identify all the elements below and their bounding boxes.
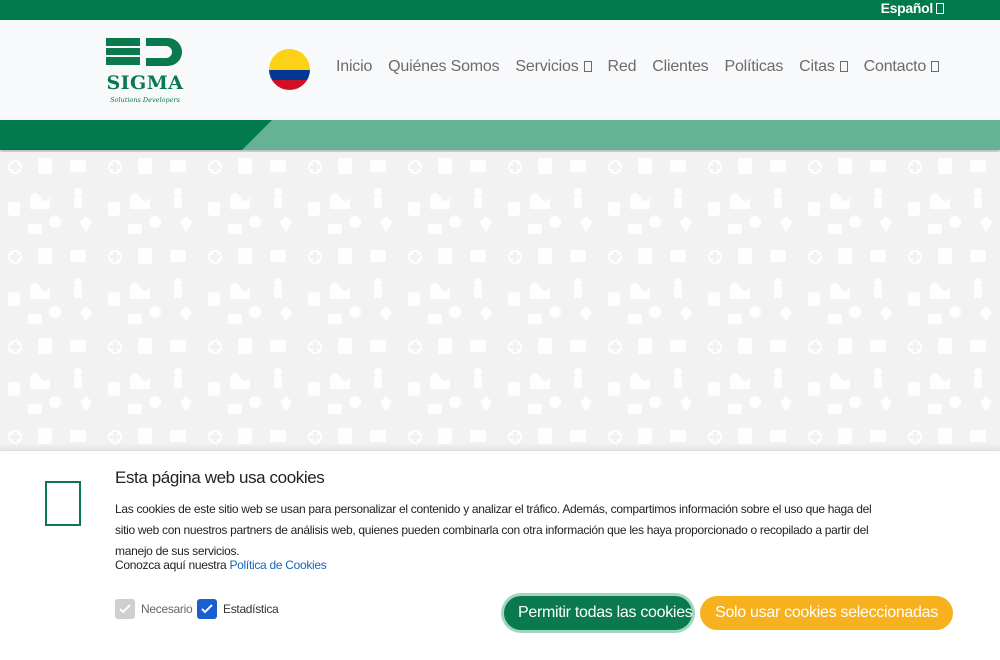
cookie-banner: Esta página web usa cookies Las cookies … — [0, 450, 1000, 660]
header-accent-band — [0, 120, 1000, 150]
colombia-flag-icon[interactable] — [269, 49, 310, 90]
checkbox-necesario[interactable]: Necesario — [115, 598, 193, 620]
language-label: Español — [880, 0, 934, 16]
checkbox-label: Estadística — [223, 602, 279, 616]
checkbox-label: Necesario — [141, 602, 193, 616]
checkbox-estadistica[interactable]: Estadística — [197, 598, 279, 620]
nav-label: Red — [607, 58, 637, 75]
band-shape — [0, 120, 272, 150]
chevron-down-icon — [931, 61, 940, 72]
nav-item-quienes-somos[interactable]: Quiénes Somos — [388, 58, 499, 78]
nav-item-inicio[interactable]: Inicio — [336, 58, 372, 78]
nav-label: Clientes — [652, 58, 709, 75]
cookie-policy-line: Conozca aquí nuestra Política de Cookies — [115, 558, 327, 572]
checkbox-box[interactable] — [197, 599, 217, 619]
medical-pattern-background — [0, 152, 1000, 450]
checkmark-icon — [201, 604, 213, 614]
nav-label: Políticas — [724, 58, 784, 75]
site-header: SIGMA Solutions Developers Inicio Quiéne… — [0, 20, 1000, 120]
chevron-down-icon — [839, 61, 848, 72]
nav-label: Servicios — [515, 58, 579, 75]
nav-item-red[interactable]: Red — [608, 58, 637, 78]
nav-item-contacto[interactable]: Contacto — [863, 58, 940, 78]
language-selector[interactable]: Español — [881, 0, 944, 20]
nav-label: Quiénes Somos — [388, 58, 500, 75]
cookie-policy-link[interactable]: Política de Cookies — [229, 558, 326, 572]
cookie-title: Esta página web usa cookies — [115, 468, 325, 487]
cookie-policy-prefix: Conozca aquí nuestra — [115, 558, 227, 572]
logo-wordmark: SIGMA — [106, 72, 184, 94]
checkbox-box[interactable] — [115, 599, 135, 619]
main-nav: Inicio Quiénes Somos Servicios Red Clien… — [336, 58, 955, 78]
selected-cookies-button[interactable]: Solo usar cookies seleccionadas — [700, 596, 953, 630]
logo-tagline: Solutions Developers — [110, 96, 180, 104]
nav-item-citas[interactable]: Citas — [799, 58, 848, 78]
nav-label: Inicio — [336, 58, 373, 75]
nav-item-clientes[interactable]: Clientes — [652, 58, 708, 78]
nav-item-servicios[interactable]: Servicios — [515, 58, 592, 78]
allow-all-cookies-button[interactable]: Permitir todas las cookies — [504, 596, 692, 630]
nav-label: Contacto — [863, 58, 927, 75]
nav-item-politicas[interactable]: Políticas — [725, 58, 784, 78]
cookie-description: Las cookies de este sitio web se usan pa… — [115, 502, 872, 558]
chevron-down-icon — [583, 61, 592, 72]
top-bar: Español — [0, 0, 1000, 20]
chevron-down-icon — [936, 3, 944, 14]
nav-label: Citas — [799, 58, 835, 75]
cookie-banner-logo-icon — [45, 481, 81, 526]
checkmark-icon — [119, 604, 131, 614]
